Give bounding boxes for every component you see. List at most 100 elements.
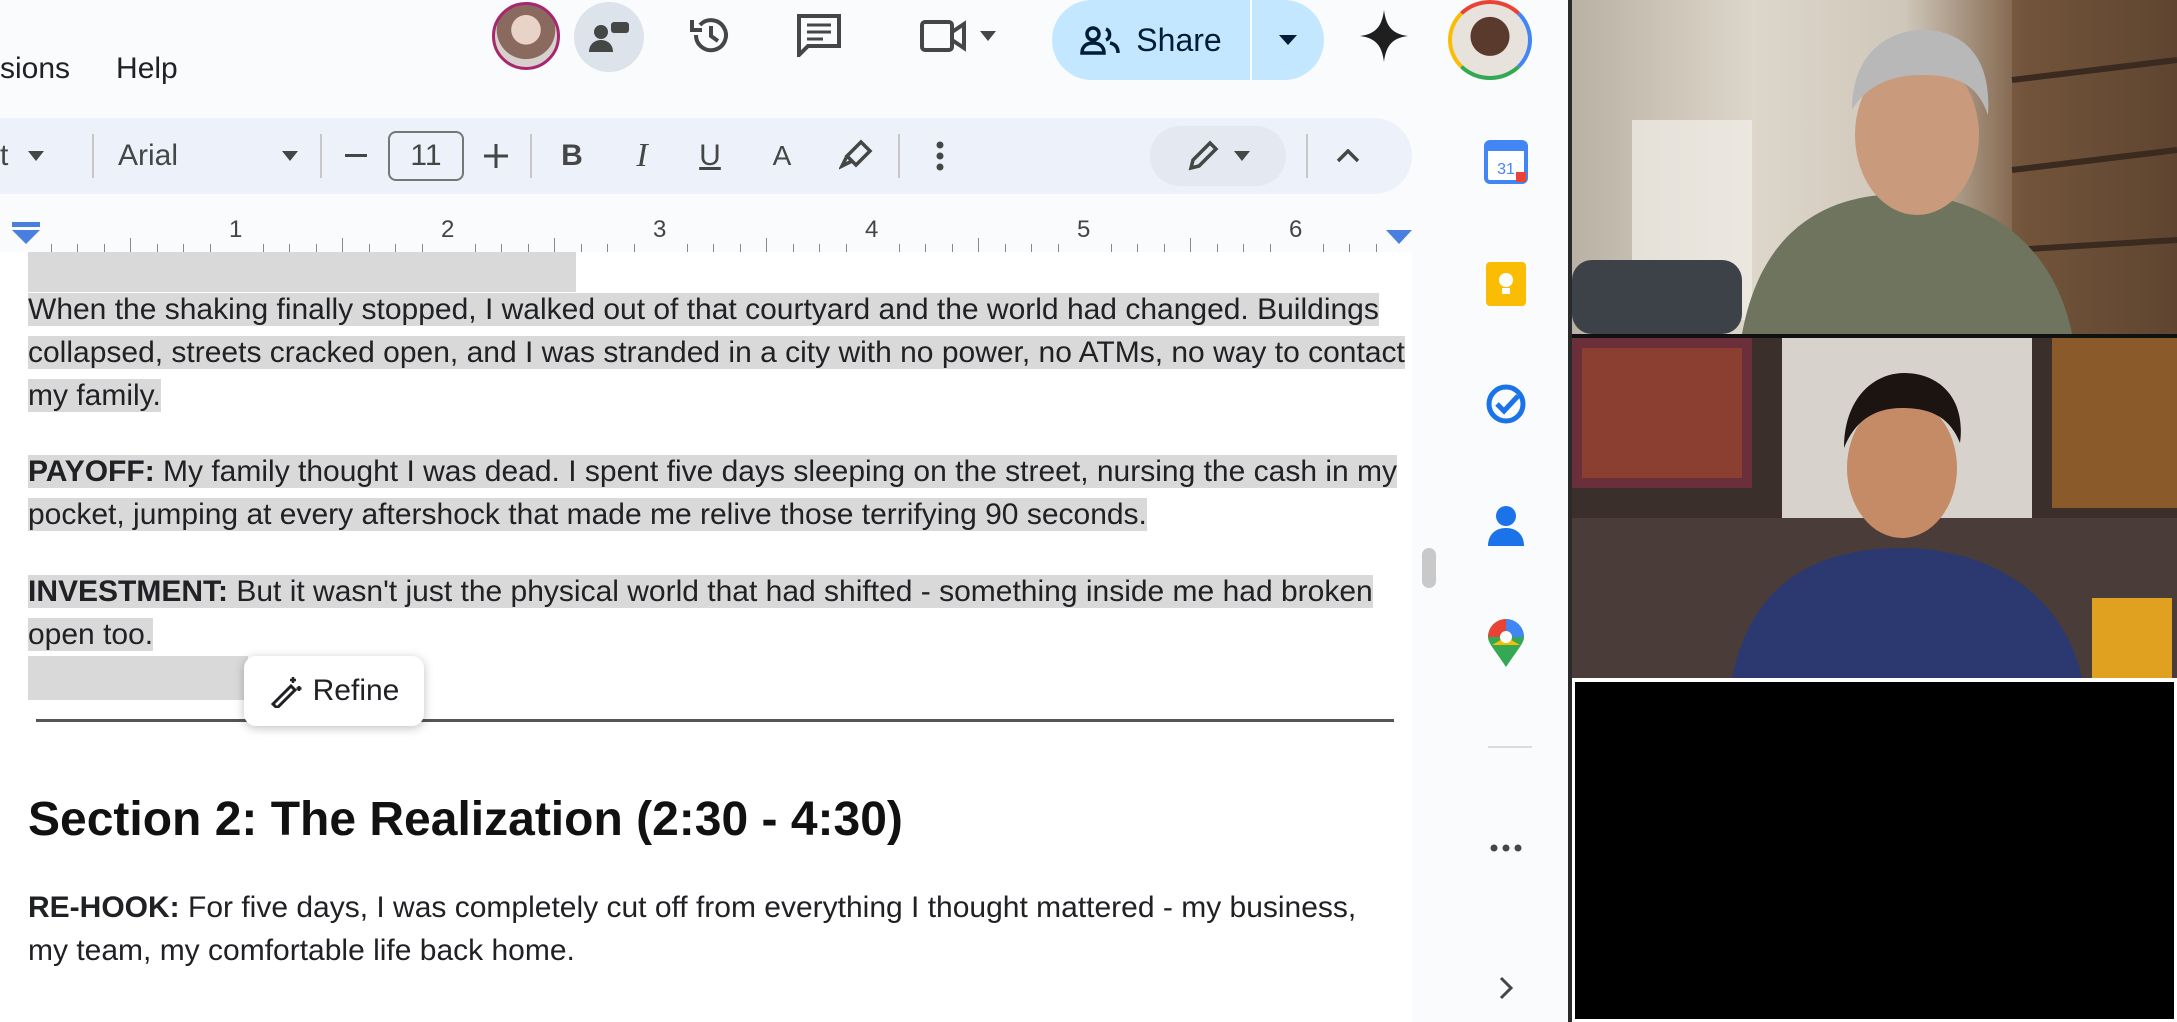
underline-button[interactable]: U <box>690 118 730 194</box>
bold-button[interactable]: B <box>552 118 592 194</box>
version-history-button[interactable] <box>686 10 736 60</box>
pencil-icon <box>1188 140 1219 171</box>
expand-panel-button[interactable] <box>1482 964 1530 1012</box>
document-page[interactable]: When the shaking finally stopped, I walk… <box>0 252 1412 1022</box>
minus-icon <box>345 154 367 157</box>
ruler-tick <box>1110 244 1112 252</box>
ruler-tick <box>1057 244 1059 252</box>
ruler-tick <box>1137 244 1138 252</box>
meet-button[interactable] <box>910 12 1006 60</box>
present-chat-button[interactable] <box>574 2 644 72</box>
left-indent-marker-icon[interactable] <box>12 222 40 244</box>
calendar-day: 31 <box>1497 161 1515 178</box>
ruler-tick <box>1190 238 1191 252</box>
ruler-tick <box>395 244 396 252</box>
ruler-tick <box>1375 244 1377 252</box>
ruler-tick <box>1243 244 1244 252</box>
editing-mode-button[interactable] <box>1150 126 1286 186</box>
collaborator-avatar[interactable] <box>492 2 560 70</box>
plus-icon <box>484 144 508 168</box>
refine-button[interactable]: Refine <box>244 656 424 726</box>
toolbar-divider <box>1306 134 1308 178</box>
payoff-text: My family thought I was dead. I spent fi… <box>28 455 1398 531</box>
paragraph-payoff[interactable]: PAYOFF: My family thought I was dead. I … <box>28 450 1418 536</box>
comments-button[interactable] <box>794 10 844 60</box>
more-horiz-icon <box>1490 844 1522 852</box>
panel-divider <box>1488 746 1532 748</box>
more-apps-button[interactable] <box>1482 824 1530 872</box>
chevron-down-icon <box>1234 151 1250 161</box>
keep-app-button[interactable] <box>1482 260 1530 308</box>
highlight-color-button[interactable] <box>834 118 878 194</box>
history-icon <box>690 18 728 53</box>
contacts-app-button[interactable] <box>1482 502 1530 550</box>
payoff-label: PAYOFF: <box>28 455 155 488</box>
ruler-tick <box>77 244 78 252</box>
side-panel: 31 <box>1440 118 1572 1022</box>
video-camera-icon <box>920 20 966 52</box>
right-indent-marker-icon[interactable] <box>1386 230 1412 244</box>
scrollbar-thumb[interactable] <box>1422 548 1436 588</box>
text-color-button[interactable]: A <box>762 118 802 194</box>
ruler-tick <box>739 244 741 252</box>
paragraph-rehook[interactable]: RE-HOOK: For five days, I was completely… <box>28 886 1368 972</box>
comment-icon <box>797 14 841 57</box>
menu-bar: sions Help <box>0 52 208 86</box>
video-tile-participant-2[interactable] <box>1572 338 2177 678</box>
ruler-tick <box>1163 244 1165 252</box>
more-options-button[interactable] <box>920 118 960 194</box>
video-tile-participant-1[interactable] <box>1572 0 2177 334</box>
ruler-tick <box>898 244 900 252</box>
italic-icon: I <box>636 137 648 174</box>
ruler-tick <box>951 244 953 252</box>
horizontal-rule <box>36 719 1394 722</box>
tasks-app-button[interactable] <box>1482 380 1530 428</box>
chevron-down-icon <box>282 151 298 161</box>
ruler-tick <box>209 244 211 252</box>
font-select[interactable]: Arial <box>118 118 298 194</box>
selection-highlight <box>28 252 576 292</box>
more-vert-icon <box>936 141 944 171</box>
decrease-font-size-button[interactable] <box>336 118 376 194</box>
ruler-tick <box>845 244 847 252</box>
maps-app-button[interactable] <box>1482 619 1530 668</box>
share-dropdown-button[interactable] <box>1252 0 1324 80</box>
increase-font-size-button[interactable] <box>476 118 516 194</box>
ruler-tick <box>978 238 979 252</box>
share-button[interactable]: Share <box>1052 0 1250 80</box>
video-tile-participant-3-camera-off[interactable] <box>1572 682 2177 1022</box>
chevron-down-icon <box>980 31 996 41</box>
ruler-tick <box>1216 244 1218 252</box>
gemini-button[interactable] <box>1358 8 1410 64</box>
ruler-tick <box>50 244 52 252</box>
menu-extensions[interactable]: sions <box>0 52 70 85</box>
ruler-tick <box>686 244 688 252</box>
ruler-tick <box>474 244 476 252</box>
chevron-up-icon <box>1336 149 1360 163</box>
paragraph-investment[interactable]: INVESTMENT: But it wasn't just the physi… <box>28 570 1418 656</box>
calendar-app-button[interactable]: 31 <box>1482 138 1530 186</box>
ruler-tick <box>262 244 264 252</box>
ruler-tick <box>713 244 714 252</box>
toolbar-divider <box>92 134 94 178</box>
participant-1-video <box>1572 0 2177 334</box>
paragraph-text: When the shaking finally stopped, I walk… <box>28 293 1405 412</box>
highlighter-pen-icon <box>839 139 873 170</box>
account-avatar[interactable] <box>1448 0 1532 80</box>
people-icon <box>1080 26 1121 55</box>
magic-pen-icon <box>270 677 302 708</box>
font-size-input[interactable]: 11 <box>388 131 464 181</box>
italic-button[interactable]: I <box>622 118 662 194</box>
ruler[interactable]: 1 2 3 4 5 6 <box>0 214 1430 252</box>
participant-2-video <box>1572 338 2177 678</box>
section-heading[interactable]: Section 2: The Realization (2:30 - 4:30) <box>28 792 903 847</box>
hide-menus-button[interactable] <box>1328 118 1368 194</box>
ruler-tick <box>156 244 158 252</box>
menu-help[interactable]: Help <box>116 52 178 85</box>
gemini-sparkle-icon <box>1360 10 1408 62</box>
paragraph-aftermath[interactable]: When the shaking finally stopped, I walk… <box>28 288 1418 417</box>
google-docs-window: Share sions Help t Arial 11 B I U A 1 2 … <box>0 0 1572 1022</box>
paragraph-style-select[interactable]: t <box>0 118 60 194</box>
ruler-tick <box>103 244 105 252</box>
investment-text: But it wasn't just the physical world th… <box>28 575 1373 651</box>
